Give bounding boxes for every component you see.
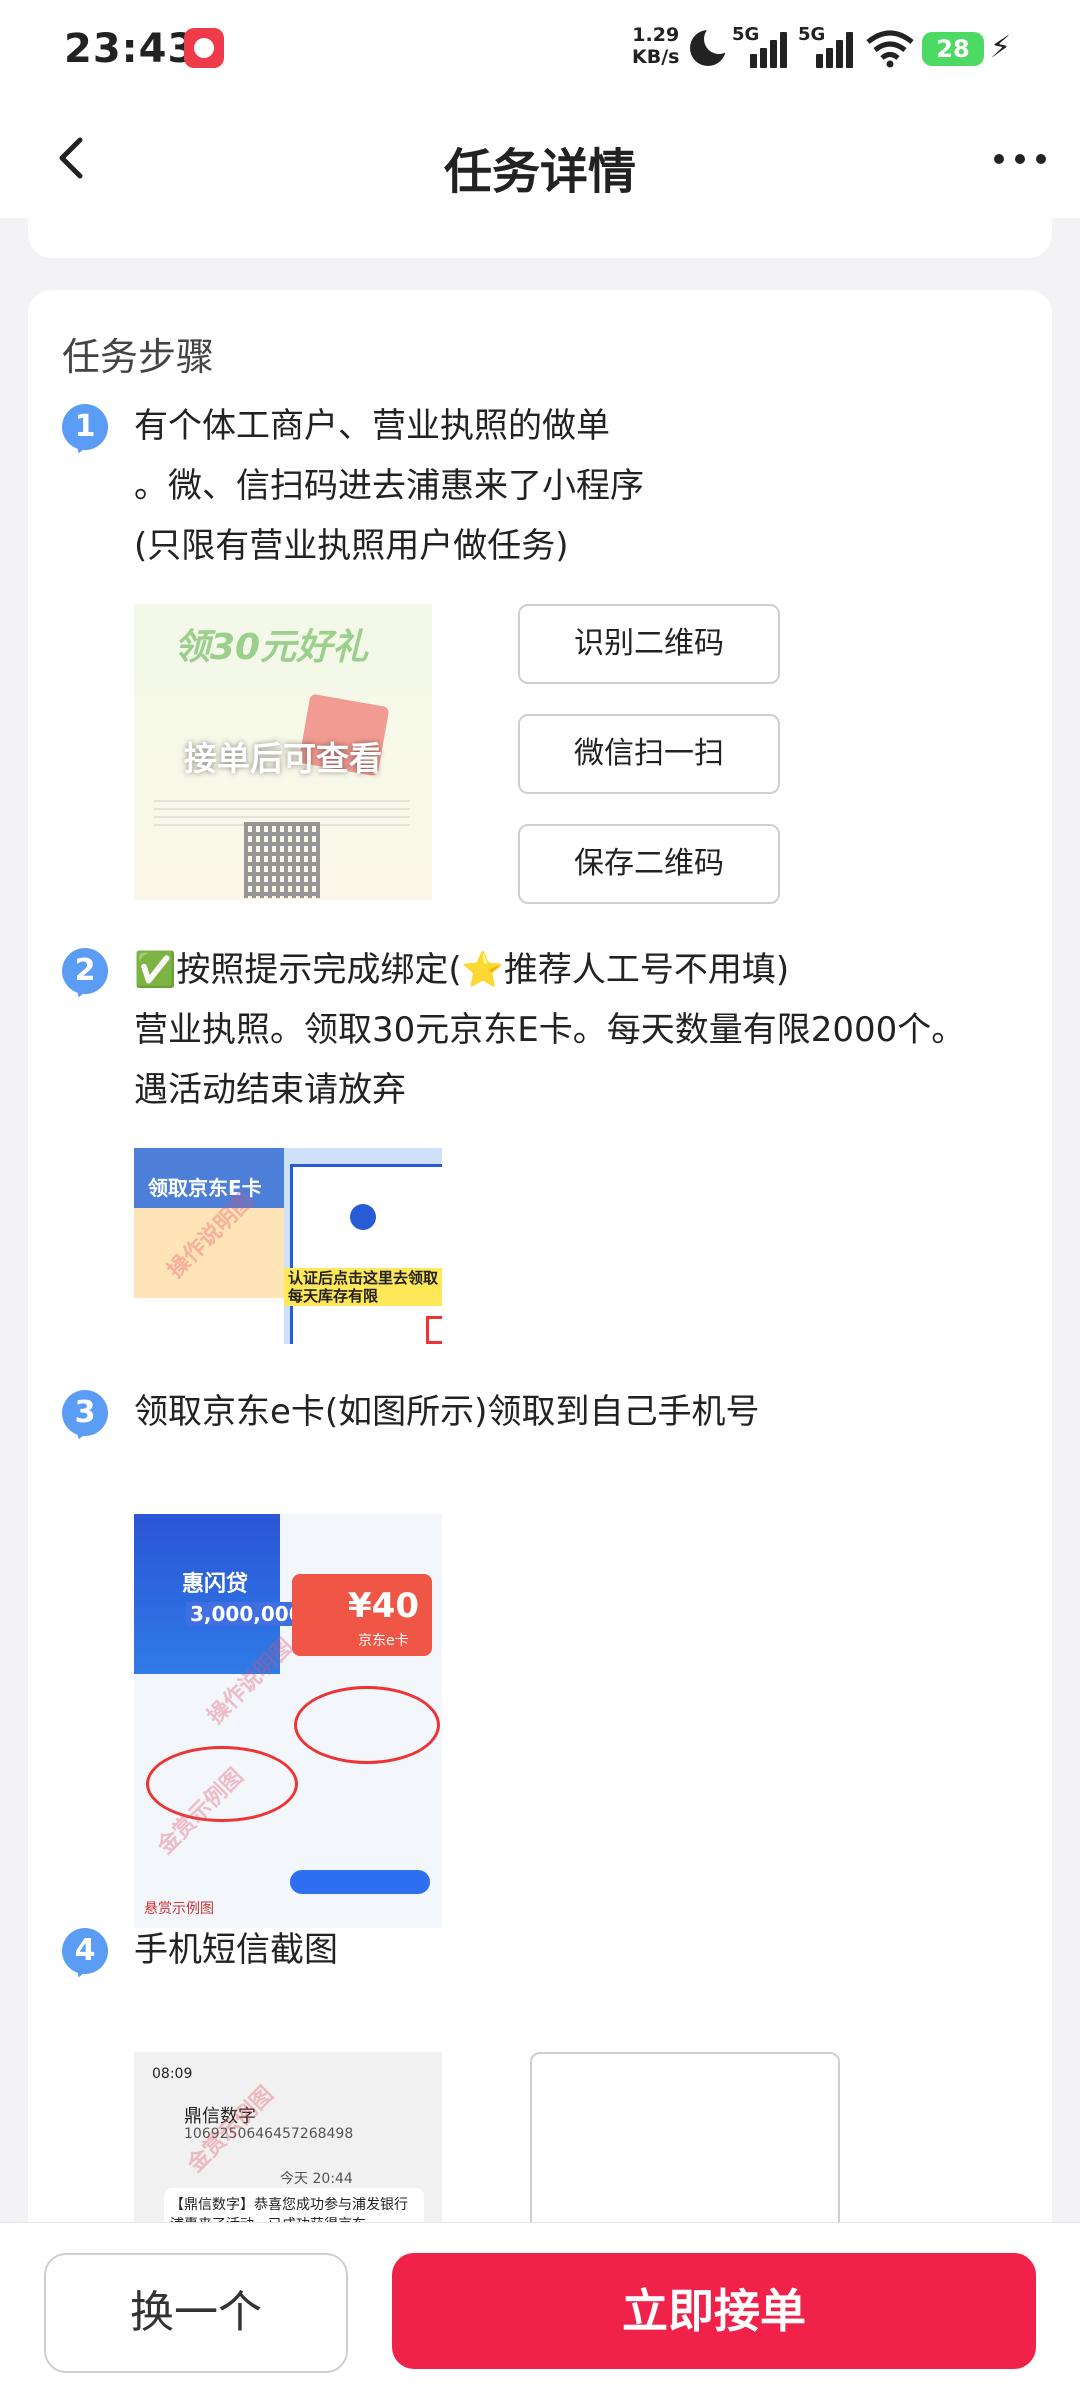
do-not-disturb-icon (690, 24, 734, 66)
step-2-line-2: 营业执照。领取30元京东E卡。每天数量有限2000个。 (134, 1010, 966, 1050)
step-number-2: 2 (62, 948, 112, 1002)
signal-label-2: 5G (798, 24, 826, 45)
section-title: 任务步骤 (62, 335, 215, 379)
accept-task-button[interactable]: 立即接单 (392, 2253, 1036, 2369)
step-3-text: 领取京东e卡(如图所示)领取到自己手机号 (134, 1382, 759, 1442)
wechat-scan-button[interactable]: 微信扫一扫 (518, 714, 780, 794)
step-number-3: 3 (62, 1390, 112, 1444)
network-speed-value: 1.29 (632, 24, 680, 46)
recognize-qr-button[interactable]: 识别二维码 (518, 604, 780, 684)
network-speed-unit: KB/s (632, 46, 680, 68)
step-1-line-1: 有个体工商户、营业执照的做单 (134, 406, 610, 446)
step-2-line-3: 遇活动结束请放弃 (134, 1070, 406, 1110)
step-2-text: ✅按照提示完成绑定(⭐推荐人工号不用填) 营业执照。领取30元京东E卡。每天数量… (134, 940, 965, 1120)
wifi-icon (866, 30, 914, 68)
bottom-action-bar: 换一个 立即接单 (0, 2222, 1080, 2401)
step-2-image-banner: 认证后点击这里去领取 每天库存有限 (284, 1268, 442, 1306)
battery-level: 28 (922, 32, 984, 66)
charging-icon: ⚡ (990, 30, 1012, 65)
swap-task-button[interactable]: 换一个 (44, 2253, 348, 2373)
signal-icon-2: 5G (798, 24, 868, 68)
nav-bar: 任务详情 (0, 100, 1080, 218)
step-number-4: 4 (62, 1928, 112, 1982)
signal-label-1: 5G (732, 24, 760, 45)
network-speed: 1.29 KB/s (632, 24, 679, 68)
step-2-example-image[interactable]: 领取京东E卡 认证后点击这里去领取 每天库存有限 操作说明图 (134, 1148, 442, 1344)
check-icon (350, 1204, 376, 1230)
step-1-text: 有个体工商户、营业执照的做单 。微、信扫码进去浦惠来了小程序 (只限有营业执照用… (134, 396, 644, 576)
example-caption: 悬赏示例图 (144, 1901, 214, 1917)
step-3-image-amount: 3,000,000 (186, 1602, 307, 1626)
step-1-line-3: (只限有营业执照用户做任务) (134, 526, 569, 566)
qr-code-image[interactable]: 领30元好礼 接单后可查看 (134, 604, 432, 900)
step-3-image-app-title: 惠闪贷 (182, 1572, 249, 1597)
task-steps-card: 任务步骤 1 有个体工商户、营业执照的做单 。微、信扫码进去浦惠来了小程序 (只… (28, 290, 1052, 2290)
save-qr-button[interactable]: 保存二维码 (518, 824, 780, 904)
step-3-line-1: 领取京东e卡(如图所示)领取到自己手机号 (134, 1392, 760, 1432)
step-1-line-2: 。微、信扫码进去浦惠来了小程序 (134, 466, 644, 506)
page-title: 任务详情 (443, 144, 636, 200)
jd-ecard: ¥40 京东e卡 (292, 1574, 432, 1656)
app-notification-icon (184, 28, 224, 68)
previous-card-bottom (28, 218, 1052, 258)
step-number-1: 1 (62, 404, 112, 458)
status-time: 23:43 (64, 26, 197, 72)
step-4-text: 手机短信截图 (134, 1920, 338, 1980)
more-horizontal-icon[interactable] (990, 138, 1050, 178)
signal-icon-1: 5G (732, 24, 802, 68)
step-2-line-1: ✅按照提示完成绑定(⭐推荐人工号不用填) (134, 950, 790, 990)
status-bar: 23:43 1.29 KB/s 5G 5G 28 ⚡ (0, 0, 1080, 100)
qr-image-overlay-text: 接单后可查看 (184, 739, 382, 778)
step-4-example-image[interactable]: 08:09 鼎信数字 1069250646457268498 今天 20:44 … (134, 2052, 442, 2222)
step-3-example-image[interactable]: 惠闪贷 3,000,000 ¥40 京东e卡 悬赏示例图 操作说明图 金赏示例图 (134, 1514, 442, 1928)
step-4-line-1: 手机短信截图 (134, 1930, 338, 1970)
